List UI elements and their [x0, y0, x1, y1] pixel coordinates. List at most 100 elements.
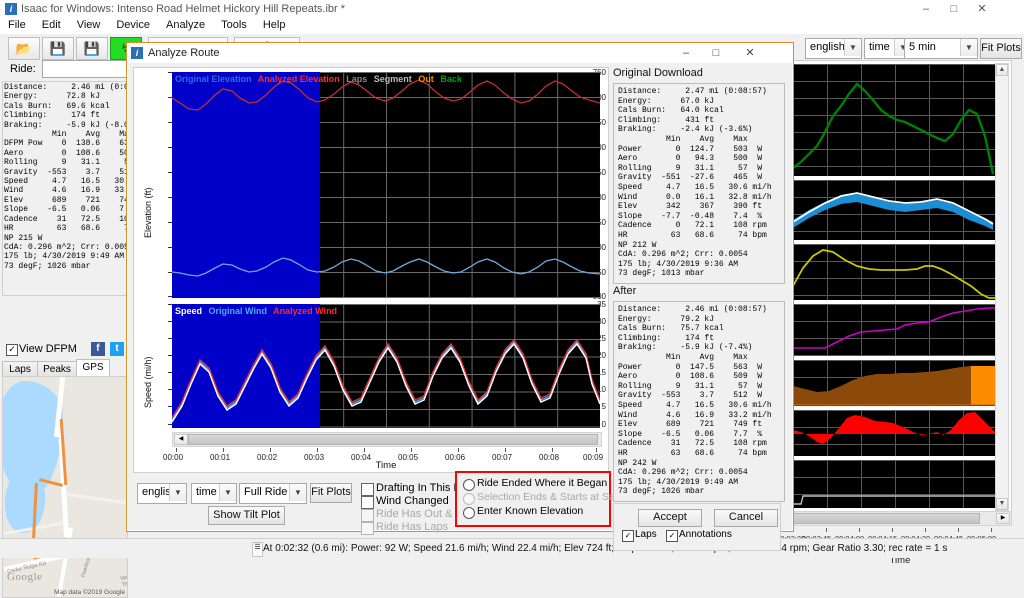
legend-original-elevation: Original Elevation [175, 74, 252, 84]
chevron-down-icon[interactable]: ▼ [289, 484, 306, 501]
chevron-down-icon[interactable]: ▼ [960, 39, 977, 56]
checkbox-box[interactable]: ✓ [666, 530, 678, 542]
chevron-down-icon[interactable]: ▼ [844, 39, 861, 56]
menu-item-file[interactable]: File [0, 18, 34, 32]
chevron-down-icon[interactable]: ▼ [219, 484, 236, 501]
radio-circle[interactable] [463, 507, 475, 519]
google-logo: Google [7, 571, 43, 583]
window-maximize-button[interactable]: □ [940, 0, 968, 18]
interval-select[interactable]: 5 min ▼ [904, 38, 978, 59]
window-titlebar: i Isaac for Windows: Intenso Road Helmet… [0, 0, 1024, 19]
legend-analyzed-wind: Analyzed Wind [273, 306, 338, 316]
legend-out: Out [418, 74, 434, 84]
menu-item-device[interactable]: Device [108, 18, 158, 32]
analyzed-elevation-line [172, 79, 600, 111]
dialog-axis-select[interactable]: time ▼ [191, 483, 237, 504]
accept-button[interactable]: Accept [638, 509, 702, 527]
cancel-button[interactable]: Cancel [714, 509, 778, 527]
elevation-y-axis-label: Elevation (ft) [143, 187, 153, 238]
view-dfpm-label: View DFPM [19, 343, 77, 355]
scroll-up-button[interactable]: ▲ [996, 64, 1008, 76]
dialog-fit-plots-button[interactable]: Fit Plots [310, 483, 352, 503]
scrollbar-thumb[interactable] [792, 513, 980, 524]
checkbox-box[interactable]: ✓ [622, 530, 634, 542]
menu-item-tools[interactable]: Tools [213, 18, 255, 32]
dialog-controls: english ▼ time ▼ Full Ride ▼ Fit Plots S… [133, 471, 659, 535]
social-buttons: f t [89, 342, 124, 356]
menu-item-view[interactable]: View [69, 18, 109, 32]
scroll-down-button[interactable]: ▼ [996, 498, 1008, 510]
view-dfpm-checkbox[interactable]: ✓ [6, 344, 18, 356]
ride-summary-stats: Distance: 2.46 mi (0:08:57) Energy: 72.8… [2, 81, 129, 296]
mini-chart-gear-ratio[interactable] [793, 460, 997, 508]
radio-circle[interactable] [463, 479, 475, 491]
checkbox-label: Laps [635, 529, 657, 540]
window-minimize-button[interactable]: – [912, 0, 940, 18]
analyze-plot-area: 750 700 650 600 550 500 450 400 350 300 [133, 67, 609, 473]
menu-bar: File Edit View Device Analyze Tools Help [0, 18, 1024, 34]
open-file-button[interactable]: 📂 [8, 37, 40, 60]
radio-label: Ride Ended Where it Began [477, 477, 608, 489]
save-as-button[interactable]: 💾 [76, 37, 108, 60]
distance-line [793, 307, 997, 349]
fit-plots-button[interactable]: Fit Plots [980, 38, 1022, 59]
dialog-close-button[interactable]: ✕ [735, 43, 765, 63]
elevation-legend: Original Elevation Analyzed Elevation La… [175, 74, 466, 84]
units-select[interactable]: english ▼ [805, 38, 862, 59]
mini-chart-power[interactable] [793, 360, 997, 406]
save-button[interactable]: 💾 [42, 37, 74, 60]
mini-chart-slope[interactable] [793, 410, 997, 456]
speed-y-axis-label: Speed (mi/h) [143, 356, 153, 408]
scroll-left-button[interactable]: ◀ [174, 434, 188, 445]
after-header: After [613, 285, 637, 297]
checkbox-box[interactable] [361, 483, 374, 496]
interval-select-value: 5 min [909, 41, 936, 53]
mini-charts-container: ▲ ▼ [790, 60, 1012, 512]
mini-chart-cadence[interactable] [793, 244, 997, 300]
mini-chart-speed[interactable] [793, 180, 997, 240]
window-close-button[interactable]: ✕ [968, 0, 996, 18]
status-resize-grip[interactable]: ☰ [252, 542, 263, 557]
mini-chart-elevation[interactable] [793, 64, 997, 176]
tab-peaks[interactable]: Peaks [37, 361, 77, 377]
facebook-icon[interactable]: f [90, 342, 105, 356]
charts-horizontal-scrollbar[interactable]: ▶ [790, 511, 1012, 526]
twitter-icon[interactable]: t [110, 342, 124, 356]
plot-horizontal-scrollbar[interactable]: ◀ [172, 432, 602, 447]
scroll-right-button[interactable]: ▶ [996, 513, 1010, 524]
menu-item-analyze[interactable]: Analyze [158, 18, 213, 32]
analyze-route-dialog: i Analyze Route – □ ✕ 750 700 650 600 55… [126, 42, 794, 551]
ride-input[interactable] [42, 60, 128, 78]
dialog-range-select[interactable]: Full Ride ▼ [239, 483, 307, 504]
dialog-units-select[interactable]: english ▼ [137, 483, 187, 504]
speed-line [172, 342, 600, 423]
radio-label: Enter Known Elevation [477, 505, 584, 517]
checkbox-box[interactable] [361, 496, 374, 509]
scrollbar-thumb[interactable] [188, 434, 598, 445]
chevron-down-icon[interactable]: ▼ [169, 484, 186, 501]
menu-item-edit[interactable]: Edit [34, 18, 69, 32]
menu-item-help[interactable]: Help [255, 18, 294, 32]
dialog-minimize-button[interactable]: – [671, 43, 701, 63]
original-elevation-line [172, 257, 600, 277]
power-highlight [971, 366, 997, 405]
dialog-range-value: Full Ride [244, 486, 288, 498]
tab-laps[interactable]: Laps [2, 361, 38, 377]
elevation-chart[interactable]: Original Elevation Analyzed Elevation La… [172, 72, 600, 298]
checkbox-label: Annotations [679, 529, 732, 540]
legend-laps: Laps [346, 74, 368, 84]
speed-wind-chart[interactable]: Speed Original Wind Analyzed Wind [172, 304, 600, 428]
right-chart-column: ▲ ▼ ▶ 00:03:30 00:03:45 00:04:00 00:04:1… [776, 60, 1024, 566]
checkbox-label: Ride Has Laps [376, 521, 449, 533]
dialog-axis-value: time [196, 486, 217, 498]
charts-vertical-scrollbar[interactable]: ▲ ▼ [995, 63, 1009, 511]
axis-select-value: time [869, 41, 890, 53]
speed-legend: Speed Original Wind Analyzed Wind [175, 306, 341, 316]
status-bar: ☰ At 0:02:32 (0.6 mi): Power: 92 W; Spee… [0, 538, 1024, 558]
dialog-maximize-button[interactable]: □ [701, 43, 731, 63]
slope-area [793, 412, 997, 444]
show-tilt-plot-button[interactable]: Show Tilt Plot [208, 506, 285, 525]
speed-band [793, 194, 993, 230]
gps-map[interactable]: Cedar Ridge Rd Hawthorn Meadowland Ter G… [2, 376, 128, 598]
mini-chart-distance[interactable] [793, 304, 997, 356]
